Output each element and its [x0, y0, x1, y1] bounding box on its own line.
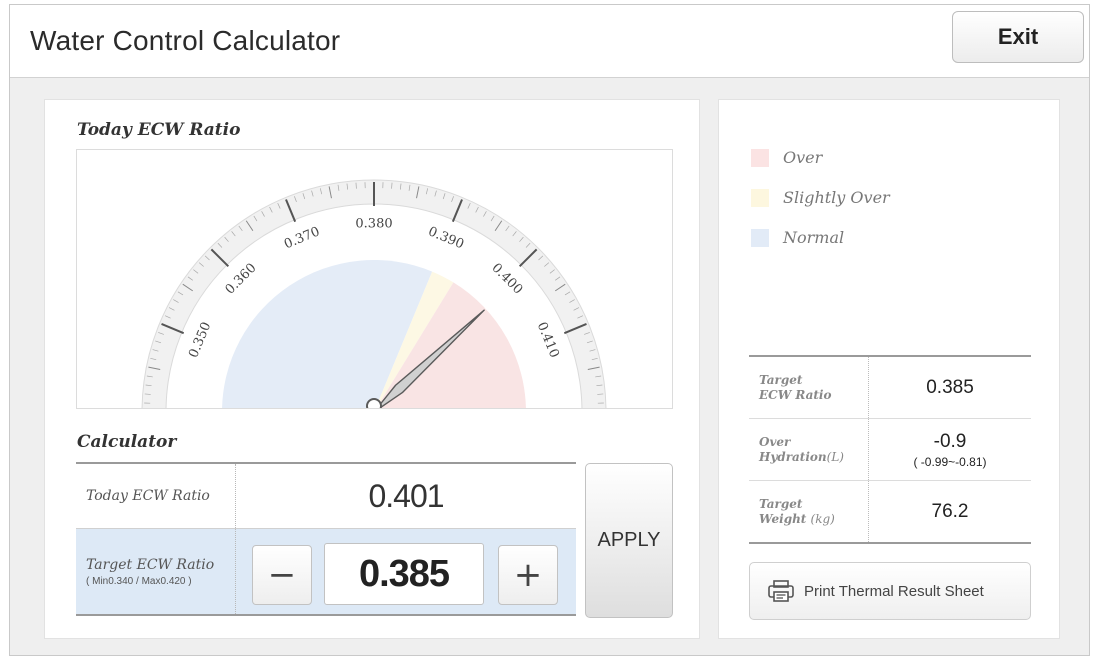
target-ratio-row: Target ECW Ratio ( Min0.340 / Max0.420 )… — [76, 529, 576, 614]
legend-item-slightly-over: Slightly Over — [751, 188, 890, 207]
target-weight-label: Target Weight (kg) — [749, 481, 869, 542]
legend-label-slightly-over: Slightly Over — [783, 188, 890, 207]
over-hydration-label-line1: Over — [759, 434, 791, 449]
gauge-tick-label: 0.350 — [186, 320, 214, 360]
app-window: Water Control Calculator Exit Today ECW … — [9, 4, 1090, 656]
over-hydration-label-text: Hydration — [759, 449, 827, 464]
decrement-button[interactable]: − — [252, 545, 312, 605]
apply-button[interactable]: APPLY — [585, 463, 673, 618]
result-row-target-ecw: Target ECW Ratio 0.385 — [749, 357, 1031, 419]
legend-item-normal: Normal — [751, 228, 844, 247]
target-weight-label-line1: Target — [759, 496, 803, 511]
results-table: Target ECW Ratio 0.385 Over Hydration(L)… — [749, 355, 1031, 544]
gauge-calculator-panel: Today ECW Ratio 0.350 0.360 0.370 0.380 0.39… — [44, 99, 700, 639]
target-ecw-value: 0.385 — [926, 376, 974, 398]
target-ratio-label-cell: Target ECW Ratio ( Min0.340 / Max0.420 ) — [76, 529, 236, 614]
target-weight-value: 76.2 — [931, 500, 969, 522]
printer-icon — [768, 580, 794, 602]
gauge-svg: 0.3500.3600.3700.3800.3900.4000.410 — [141, 179, 607, 408]
result-row-over-hydration: Over Hydration(L) -0.9 ( -0.99~-0.81) — [749, 419, 1031, 481]
target-weight-label-text: Weight — [759, 511, 807, 526]
gauge-tick-label: 0.410 — [534, 320, 562, 360]
over-hydration-value: -0.9 — [933, 430, 967, 452]
target-weight-label-line2: Weight (kg) — [759, 512, 868, 527]
over-hydration-unit: (L) — [826, 449, 844, 464]
today-ratio-row: Today ECW Ratio 0.401 — [76, 464, 576, 529]
print-button-label: Print Thermal Result Sheet — [804, 582, 984, 600]
over-hydration-cell: -0.9 ( -0.99~-0.81) — [869, 419, 1031, 480]
gauge-tick-label: 0.380 — [355, 217, 392, 232]
today-ratio-label: Today ECW Ratio — [86, 488, 210, 504]
target-weight-unit: (kg) — [810, 511, 835, 526]
gauge-tick-label: 0.390 — [426, 224, 466, 252]
calculator-table: Today ECW Ratio 0.401 Target ECW Ratio (… — [76, 462, 576, 616]
result-row-target-weight: Target Weight (kg) 76.2 — [749, 481, 1031, 542]
app-title: Water Control Calculator — [30, 25, 341, 56]
legend-label-over: Over — [783, 148, 823, 167]
legend-item-over: Over — [751, 148, 822, 167]
today-ratio-label-cell: Today ECW Ratio — [76, 464, 236, 528]
gauge-tick-label: 0.370 — [282, 224, 322, 252]
print-thermal-button[interactable]: Print Thermal Result Sheet — [749, 562, 1031, 620]
target-ratio-input[interactable] — [324, 543, 484, 605]
target-ratio-range: ( Min0.340 / Max0.420 ) — [86, 575, 192, 587]
results-panel: Over Slightly Over Normal Target ECW Rat… — [718, 99, 1060, 639]
gauge-needle-hub — [366, 398, 382, 408]
target-ecw-label-line2: ECW Ratio — [759, 387, 832, 402]
legend-swatch-normal — [751, 228, 769, 247]
over-hydration-label: Over Hydration(L) — [749, 419, 869, 480]
over-hydration-range: ( -0.99~-0.81) — [913, 454, 987, 469]
exit-button[interactable]: Exit — [952, 11, 1084, 63]
increment-button[interactable]: + — [498, 545, 558, 605]
target-ecw-label: Target ECW Ratio — [749, 357, 869, 418]
ecw-gauge: 0.350 0.360 0.370 0.380 0.390 0.400 0.410 — [76, 149, 673, 409]
calculator-title: Calculator — [77, 432, 177, 452]
legend-swatch-slightly-over — [751, 188, 769, 207]
legend-label-normal: Normal — [783, 228, 845, 247]
target-ratio-label: Target ECW Ratio — [86, 556, 215, 573]
today-ratio-value: 0.401 — [368, 477, 444, 514]
gauge-zones — [222, 259, 526, 408]
title-bar: Water Control Calculator Exit — [10, 5, 1089, 78]
legend-swatch-over — [751, 148, 769, 167]
target-ecw-label-line1: Target — [759, 372, 803, 387]
gauge-title: Today ECW Ratio — [77, 120, 241, 140]
over-hydration-label-line2: Hydration(L) — [759, 450, 868, 465]
